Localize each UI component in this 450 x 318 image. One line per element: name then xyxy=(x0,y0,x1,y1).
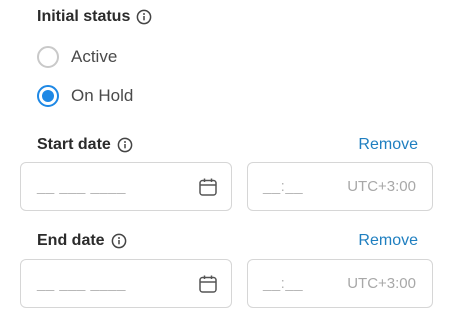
time-placeholder: __:__ xyxy=(263,275,304,292)
radio-option-active[interactable]: Active xyxy=(37,46,117,68)
calendar-icon[interactable] xyxy=(198,274,218,299)
radio-button[interactable] xyxy=(37,46,59,68)
radio-dot xyxy=(42,90,54,102)
end-time-input[interactable]: __:__ UTC+3:00 xyxy=(247,259,433,308)
date-placeholder: __ ___ ____ xyxy=(37,275,126,292)
start-time-input[interactable]: __:__ UTC+3:00 xyxy=(247,162,433,211)
end-date-heading: End date xyxy=(37,232,127,250)
info-icon[interactable] xyxy=(117,137,133,153)
start-date-heading: Start date xyxy=(37,136,133,154)
initial-status-label: Initial status xyxy=(37,8,131,25)
end-date-input[interactable]: __ ___ ____ xyxy=(20,259,232,308)
timezone-label: UTC+3:00 xyxy=(347,275,416,292)
start-date-remove-link[interactable]: Remove xyxy=(358,136,418,154)
info-icon[interactable] xyxy=(136,9,152,25)
calendar-icon[interactable] xyxy=(198,177,218,202)
radio-button-selected[interactable] xyxy=(37,85,59,107)
timezone-label: UTC+3:00 xyxy=(347,178,416,195)
start-date-input[interactable]: __ ___ ____ xyxy=(20,162,232,211)
initial-status-heading: Initial status xyxy=(37,8,152,26)
info-icon[interactable] xyxy=(111,233,127,249)
radio-label: On Hold xyxy=(71,86,134,105)
radio-label: Active xyxy=(71,47,118,66)
date-placeholder: __ ___ ____ xyxy=(37,178,126,195)
end-date-remove-link[interactable]: Remove xyxy=(358,232,418,250)
start-date-label: Start date xyxy=(37,136,111,153)
end-date-label: End date xyxy=(37,232,105,249)
radio-option-on-hold[interactable]: On Hold xyxy=(37,85,133,107)
time-placeholder: __:__ xyxy=(263,178,304,195)
